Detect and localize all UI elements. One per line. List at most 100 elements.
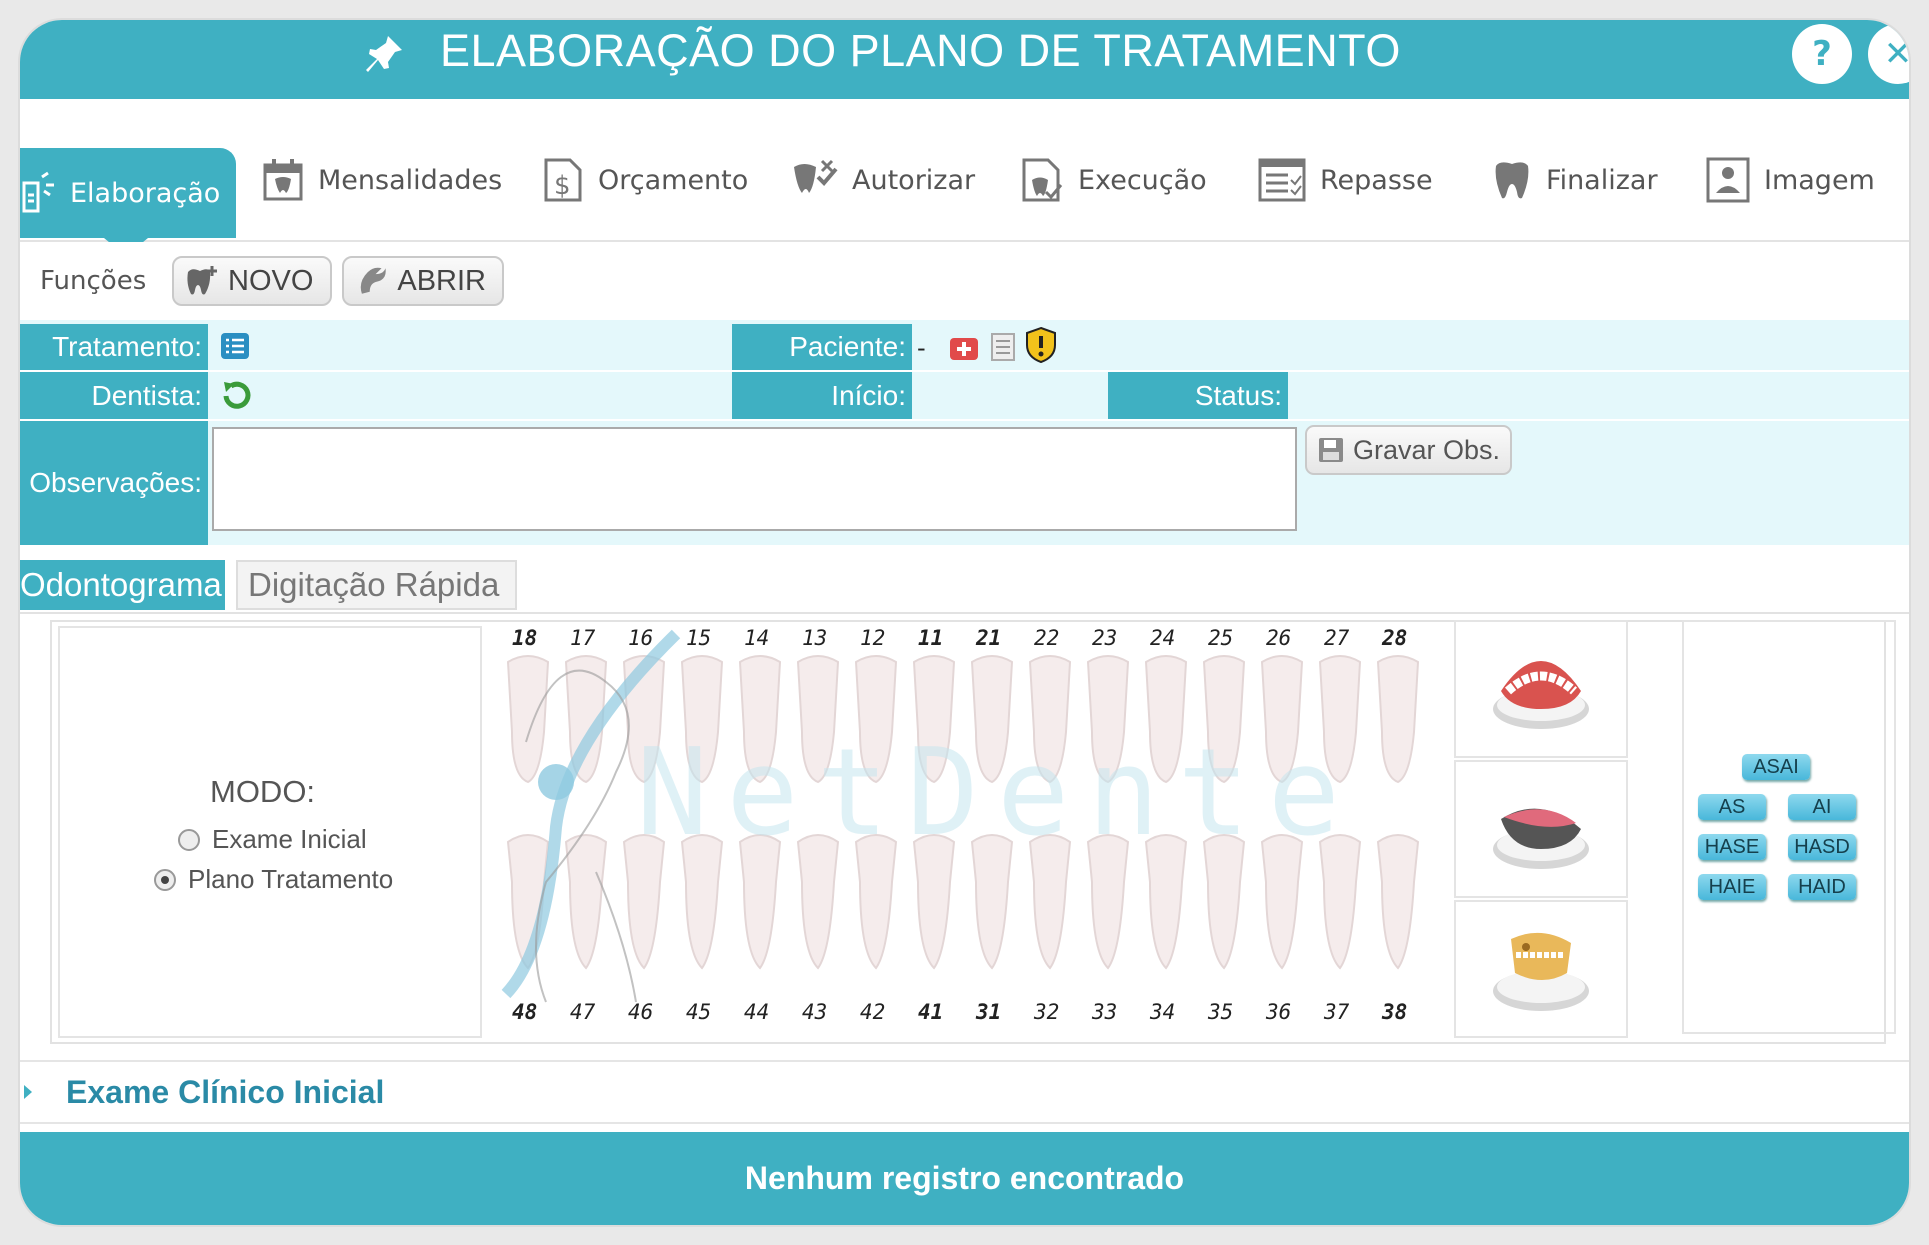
chip-haid[interactable]: HAID bbox=[1788, 874, 1856, 900]
tab-finalizar[interactable]: Finalizar bbox=[1492, 150, 1658, 210]
chip-as[interactable]: AS bbox=[1698, 794, 1766, 820]
tooth-number-38[interactable]: 38 bbox=[1382, 1000, 1407, 1024]
open-button[interactable]: ABRIR bbox=[342, 256, 504, 306]
tooth-number-23[interactable]: 23 bbox=[1092, 626, 1117, 650]
observacoes-textarea[interactable] bbox=[212, 427, 1297, 531]
paciente-value: - bbox=[917, 334, 926, 362]
new-button[interactable]: NOVO bbox=[172, 256, 332, 306]
tooth-number-41[interactable]: 41 bbox=[918, 1000, 943, 1024]
tab-repasse[interactable]: Repasse bbox=[1258, 150, 1433, 210]
save-observations-label: Gravar Obs. bbox=[1353, 434, 1501, 465]
tab-autorizar[interactable]: Autorizar bbox=[790, 150, 975, 210]
medical-record-icon[interactable] bbox=[948, 332, 982, 362]
tooth-number-35[interactable]: 35 bbox=[1208, 1000, 1233, 1024]
tab-label: Orçamento bbox=[598, 164, 749, 196]
tooth-number-31[interactable]: 31 bbox=[976, 1000, 1001, 1024]
anatomy-marker bbox=[538, 764, 574, 800]
refresh-icon[interactable] bbox=[220, 378, 254, 412]
save-observations-button[interactable]: Gravar Obs. bbox=[1305, 425, 1513, 475]
tooth-number-13[interactable]: 13 bbox=[802, 626, 827, 650]
chip-hase[interactable]: HASE bbox=[1698, 834, 1766, 860]
functions-bar: Funções NOVO ABRIR bbox=[20, 242, 1909, 318]
chip-haie[interactable]: HAIE bbox=[1698, 874, 1766, 900]
document-icon[interactable] bbox=[990, 332, 1016, 362]
tooth-number-32[interactable]: 32 bbox=[1034, 1000, 1059, 1024]
tooth-number-47[interactable]: 47 bbox=[570, 1000, 595, 1024]
tooth-number-11[interactable]: 11 bbox=[918, 626, 943, 650]
tab-digitacao-rapida[interactable]: Digitação Rápida bbox=[236, 560, 517, 610]
budget-icon: $ bbox=[544, 158, 582, 202]
tooth-number-25[interactable]: 25 bbox=[1208, 626, 1233, 650]
tab-label: Execução bbox=[1078, 164, 1207, 196]
exame-clinico-section[interactable]: Exame Clínico Inicial bbox=[20, 1060, 1909, 1124]
mode-option-plano-tratamento[interactable]: Plano Tratamento bbox=[154, 864, 393, 895]
tooth-number-15[interactable]: 15 bbox=[686, 626, 711, 650]
execution-icon bbox=[1022, 158, 1063, 202]
tooth-number-44[interactable]: 44 bbox=[744, 1000, 769, 1024]
pin-icon[interactable] bbox=[362, 32, 406, 76]
lower-tooth-47[interactable] bbox=[564, 834, 608, 970]
tooth-number-28[interactable]: 28 bbox=[1382, 626, 1407, 650]
tooth-number-48[interactable]: 48 bbox=[512, 1000, 537, 1024]
tab-label: Finalizar bbox=[1546, 164, 1658, 196]
tooth-number-14[interactable]: 14 bbox=[744, 626, 769, 650]
chip-asai[interactable]: ASAI bbox=[1742, 754, 1810, 780]
tooth-number-33[interactable]: 33 bbox=[1092, 1000, 1117, 1024]
upper-denture-button[interactable] bbox=[1454, 620, 1628, 758]
tooth-number-37[interactable]: 37 bbox=[1324, 1000, 1349, 1024]
tooth-number-34[interactable]: 34 bbox=[1150, 1000, 1175, 1024]
save-icon bbox=[1319, 438, 1343, 462]
radio-unselected[interactable] bbox=[178, 828, 200, 851]
expand-caret-icon[interactable] bbox=[24, 1085, 32, 1099]
tab-mensalidades[interactable]: Mensalidades bbox=[262, 150, 502, 210]
tooth-number-16[interactable]: 16 bbox=[628, 626, 653, 650]
new-button-label: NOVO bbox=[228, 264, 314, 297]
tooth-number-24[interactable]: 24 bbox=[1150, 626, 1175, 650]
chip-ai[interactable]: AI bbox=[1788, 794, 1856, 820]
open-tooth-icon bbox=[360, 267, 386, 294]
teeth-drawing[interactable]: NetDente bbox=[486, 622, 1446, 1034]
help-button[interactable]: ? bbox=[1792, 24, 1852, 84]
chip-hasd[interactable]: HASD bbox=[1788, 834, 1856, 860]
radio-selected[interactable] bbox=[154, 868, 176, 891]
tooth-number-26[interactable]: 26 bbox=[1266, 626, 1291, 650]
mode-option-label: Plano Tratamento bbox=[188, 864, 394, 894]
tooth-number-27[interactable]: 27 bbox=[1324, 626, 1349, 650]
close-button[interactable]: ✕ bbox=[1868, 24, 1909, 84]
odontogram-panel: MODO: Exame Inicial Plano Tratamento Net… bbox=[50, 620, 1896, 1044]
arch-selector: ASAI AS AI HASE HASD HAIE HAID bbox=[1682, 620, 1896, 1034]
tooth-number-46[interactable]: 46 bbox=[628, 1000, 653, 1024]
tooth-number-43[interactable]: 43 bbox=[802, 1000, 827, 1024]
tooth-number-21[interactable]: 21 bbox=[976, 626, 1001, 650]
list-icon[interactable] bbox=[220, 332, 250, 360]
lower-tooth-38[interactable] bbox=[1376, 834, 1420, 970]
upper-tooth-28[interactable] bbox=[1376, 655, 1420, 784]
tab-execucao[interactable]: Execução bbox=[1020, 150, 1207, 210]
tab-odontograma[interactable]: Odontograma bbox=[20, 560, 225, 610]
tooth-number-45[interactable]: 45 bbox=[686, 1000, 711, 1024]
tab-orcamento[interactable]: $ Orçamento bbox=[542, 150, 748, 210]
tooth-number-17[interactable]: 17 bbox=[570, 626, 595, 650]
main-tabs: Elaboração Mensalidades $ Orçamento Auto… bbox=[20, 130, 1909, 256]
close-icon: ✕ bbox=[1883, 34, 1909, 74]
tab-elaboracao[interactable]: Elaboração bbox=[20, 148, 236, 256]
inicio-label: Início: bbox=[732, 372, 912, 419]
mode-option-exame-inicial[interactable]: Exame Inicial bbox=[178, 824, 367, 855]
tooth-number-36[interactable]: 36 bbox=[1266, 1000, 1291, 1024]
empty-state-message: Nenhum registro encontrado bbox=[744, 1160, 1185, 1196]
mode-title: MODO: bbox=[210, 774, 316, 809]
exame-clinico-title: Exame Clínico Inicial bbox=[66, 1073, 385, 1110]
warning-shield-icon[interactable] bbox=[1024, 326, 1058, 364]
tab-imagem[interactable]: Imagem bbox=[1706, 150, 1875, 210]
image-icon bbox=[1706, 157, 1750, 203]
tooth-number-22[interactable]: 22 bbox=[1034, 626, 1059, 650]
upper-denture-icon bbox=[1493, 661, 1589, 729]
tooth-number-18[interactable]: 18 bbox=[512, 626, 537, 650]
full-jaw-button[interactable] bbox=[1454, 900, 1628, 1038]
tooth-number-42[interactable]: 42 bbox=[860, 1000, 885, 1024]
tooth-number-12[interactable]: 12 bbox=[860, 626, 885, 650]
mode-selector: MODO: Exame Inicial Plano Tratamento bbox=[58, 626, 482, 1038]
treatment-form: Tratamento: Paciente: - Dentista: Início… bbox=[20, 320, 1909, 545]
upper-tooth-18[interactable] bbox=[506, 655, 550, 784]
lower-denture-button[interactable] bbox=[1454, 760, 1628, 898]
